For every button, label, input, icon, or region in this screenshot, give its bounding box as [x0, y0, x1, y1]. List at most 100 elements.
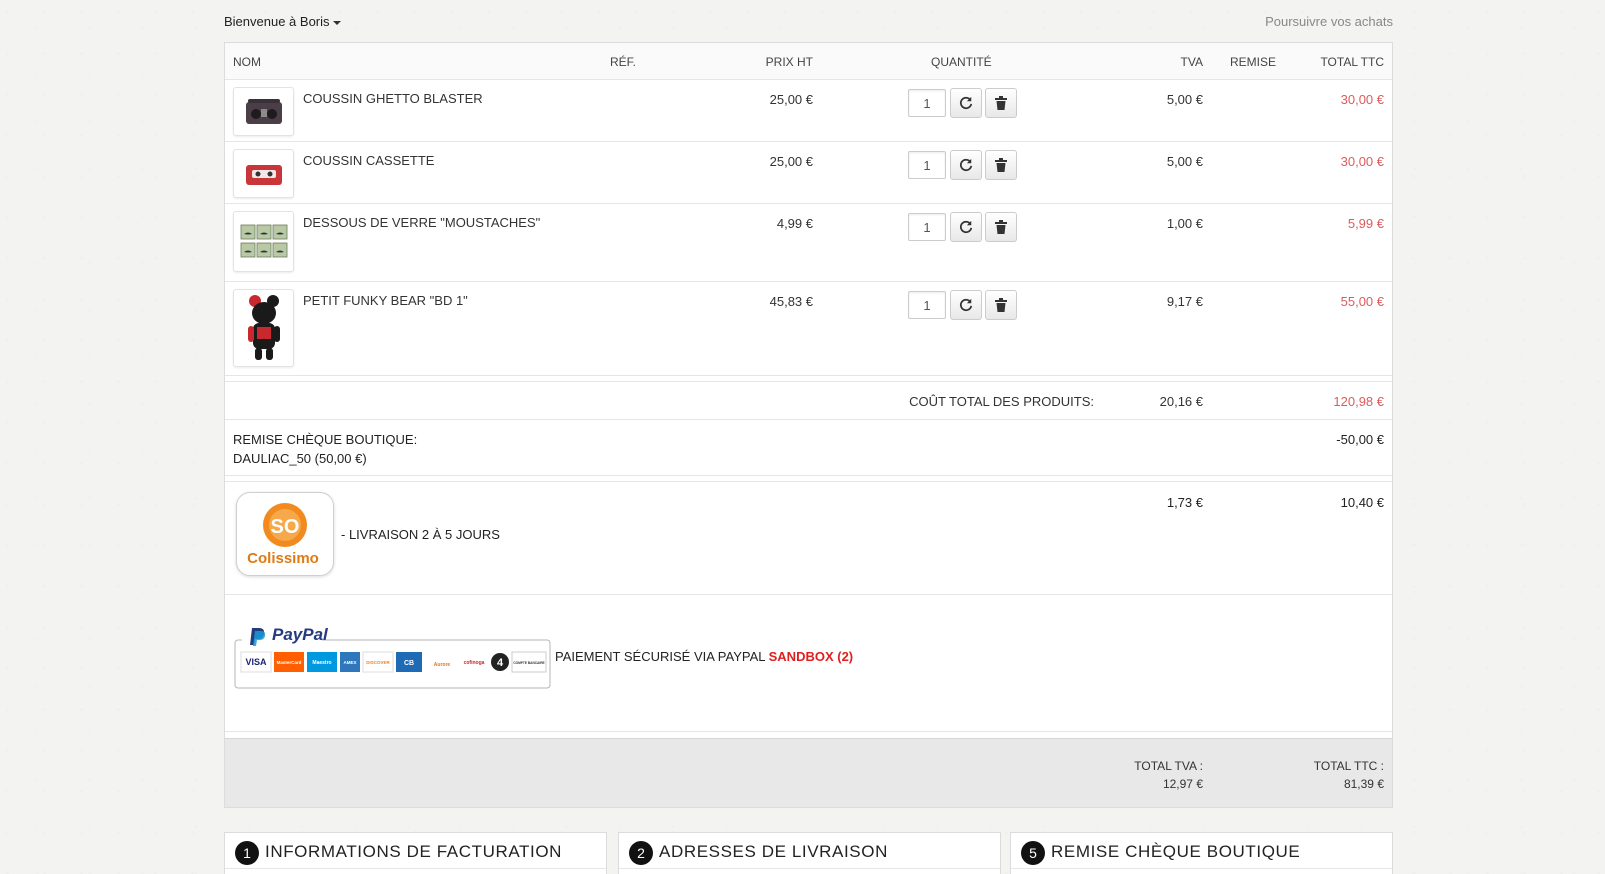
delete-item-button[interactable]	[985, 212, 1017, 242]
trash-icon	[995, 298, 1007, 312]
paypal-cards-logo-icon: PayPal VISA MasterCard Maestro AMEX DISC…	[234, 624, 551, 689]
table-row: PETIT FUNKY BEAR "BD 1" 45,83 € 9,17 € 5…	[225, 282, 1392, 376]
quantity-input[interactable]	[908, 151, 946, 179]
product-price-ht: 45,83 €	[769, 294, 813, 309]
discount-label: REMISE CHÈQUE BOUTIQUE:	[233, 432, 418, 447]
coasters-icon	[240, 224, 287, 257]
product-tva: 9,17 €	[1166, 294, 1203, 309]
trash-icon	[995, 220, 1007, 234]
total-tva-label: TOTAL TVA :	[1134, 759, 1203, 773]
products-total-ttc: 120,98 €	[1333, 394, 1384, 409]
cart-page: Bienvenue à Boris Poursuivre vos achats …	[224, 0, 1393, 808]
product-thumbnail[interactable]	[233, 149, 294, 198]
cart-table: NOM RÉF. PRIX HT QUANTITÉ TVA REMISE TOT…	[224, 42, 1393, 808]
delete-item-button[interactable]	[985, 88, 1017, 118]
col-nom: NOM	[233, 55, 261, 69]
colissimo-badge-text: SO	[271, 516, 300, 538]
quantity-input[interactable]	[908, 213, 946, 241]
card-label-visa: VISA	[245, 657, 267, 667]
shipping-row: SO Colissimo - LIVRAISON 2 À 5 JOURS 1,7…	[225, 482, 1392, 595]
card-label-compte-bancaire: COMPTE BANCAIRE	[513, 661, 544, 665]
refresh-icon	[959, 96, 973, 110]
step-number: 2	[629, 841, 653, 865]
continue-shopping-link[interactable]: Poursuivre vos achats	[1265, 14, 1393, 29]
quantity-input[interactable]	[908, 291, 946, 319]
refresh-quantity-button[interactable]	[950, 150, 982, 180]
card-label-mastercard: MasterCard	[277, 660, 302, 665]
product-price-ht: 25,00 €	[769, 154, 813, 169]
col-remise: REMISE	[1229, 55, 1276, 69]
payment-label-text: PAIEMENT SÉCURISÉ VIA PAYPAL	[555, 649, 765, 664]
shipping-tva: 1,73 €	[1166, 495, 1203, 510]
step-divider	[1011, 868, 1392, 869]
table-row: COUSSIN CASSETTE 25,00 € 5,00 € 30,00 €	[225, 142, 1392, 204]
total-ttc-value: 81,39 €	[1343, 777, 1384, 791]
col-tva: TVA	[1180, 55, 1203, 69]
colissimo-logo: SO Colissimo	[236, 492, 334, 576]
payment-label[interactable]: PAIEMENT SÉCURISÉ VIA PAYPAL SANDBOX (2)	[555, 649, 853, 664]
product-tva: 5,00 €	[1166, 92, 1203, 107]
welcome-text: Bienvenue à Boris	[224, 14, 330, 29]
step-divider	[619, 868, 1000, 869]
col-total-ttc: TOTAL TTC	[1320, 55, 1384, 69]
product-thumbnail[interactable]	[233, 289, 294, 367]
delete-item-button[interactable]	[985, 150, 1017, 180]
grand-totals: TOTAL TVA : 12,97 € TOTAL TTC : 81,39 €	[225, 738, 1392, 807]
caret-down-icon	[332, 20, 341, 25]
checkout-steps: 1 INFORMATIONS DE FACTURATION 2 ADRESSES…	[224, 832, 1393, 874]
boombox-cushion-icon	[245, 98, 282, 124]
table-row: COUSSIN GHETTO BLASTER 25,00 € 5,00 € 30…	[225, 80, 1392, 142]
delete-item-button[interactable]	[985, 290, 1017, 320]
step-shipping-address[interactable]: 2 ADRESSES DE LIVRAISON	[618, 832, 1001, 874]
total-tva-value: 12,97 €	[1162, 777, 1203, 791]
refresh-icon	[959, 220, 973, 234]
card-label-4: 4	[497, 657, 504, 669]
quantity-input[interactable]	[908, 89, 946, 117]
product-name[interactable]: COUSSIN CASSETTE	[303, 153, 434, 168]
product-name[interactable]: COUSSIN GHETTO BLASTER	[303, 91, 483, 106]
product-name[interactable]: DESSOUS DE VERRE "MOUSTACHES"	[303, 215, 540, 230]
colissimo-logo-icon: SO Colissimo	[247, 503, 319, 567]
discount-row: REMISE CHÈQUE BOUTIQUE: DAULIAC_50 (50,0…	[225, 420, 1392, 476]
refresh-icon	[959, 158, 973, 172]
products-total-tva: 20,16 €	[1159, 394, 1203, 409]
total-ttc: TOTAL TTC : 81,39 €	[1314, 757, 1384, 793]
cassette-cushion-icon	[245, 164, 282, 185]
step-gift-voucher[interactable]: 5 REMISE CHÈQUE BOUTIQUE	[1010, 832, 1393, 874]
card-label-aurore: Aurore	[434, 662, 451, 668]
bear-figure-icon	[247, 295, 280, 360]
refresh-quantity-button[interactable]	[950, 290, 982, 320]
product-total-ttc: 5,99 €	[1347, 216, 1384, 231]
shipping-total: 10,40 €	[1340, 495, 1384, 510]
paypal-logo[interactable]: PayPal VISA MasterCard Maestro AMEX DISC…	[234, 624, 551, 690]
discount-code: DAULIAC_50 (50,00 €)	[233, 451, 367, 466]
card-label-maestro: Maestro	[312, 660, 331, 666]
table-header: NOM RÉF. PRIX HT QUANTITÉ TVA REMISE TOT…	[225, 43, 1392, 80]
refresh-quantity-button[interactable]	[950, 88, 982, 118]
product-thumbnail[interactable]	[233, 87, 294, 136]
discount-amount: -50,00 €	[1336, 432, 1384, 447]
product-total-ttc: 55,00 €	[1340, 294, 1384, 309]
shipping-label: - LIVRAISON 2 À 5 JOURS	[341, 527, 500, 542]
product-total-ttc: 30,00 €	[1340, 154, 1384, 169]
product-price-ht: 4,99 €	[776, 216, 813, 231]
products-total-label: COÛT TOTAL DES PRODUITS:	[909, 394, 1094, 409]
product-tva: 5,00 €	[1166, 154, 1203, 169]
trash-icon	[995, 158, 1007, 172]
product-name[interactable]: PETIT FUNKY BEAR "BD 1"	[303, 293, 468, 308]
card-label-discover: DISCOVER	[366, 660, 390, 665]
refresh-quantity-button[interactable]	[950, 212, 982, 242]
products-total-row: COÛT TOTAL DES PRODUITS: 20,16 € 120,98 …	[225, 382, 1392, 420]
step-billing[interactable]: 1 INFORMATIONS DE FACTURATION	[224, 832, 607, 874]
step-title: REMISE CHÈQUE BOUTIQUE	[1051, 842, 1301, 861]
card-label-cb: CB	[404, 660, 414, 667]
total-tva: TOTAL TVA : 12,97 €	[1134, 757, 1203, 793]
col-prix-ht: PRIX HT	[765, 55, 813, 69]
trash-icon	[995, 96, 1007, 110]
product-thumbnail[interactable]	[233, 211, 294, 272]
user-menu[interactable]: Bienvenue à Boris	[224, 14, 341, 29]
step-title: ADRESSES DE LIVRAISON	[659, 842, 888, 861]
step-number: 5	[1021, 841, 1045, 865]
col-quantite: QUANTITÉ	[931, 55, 992, 69]
step-number: 1	[235, 841, 259, 865]
